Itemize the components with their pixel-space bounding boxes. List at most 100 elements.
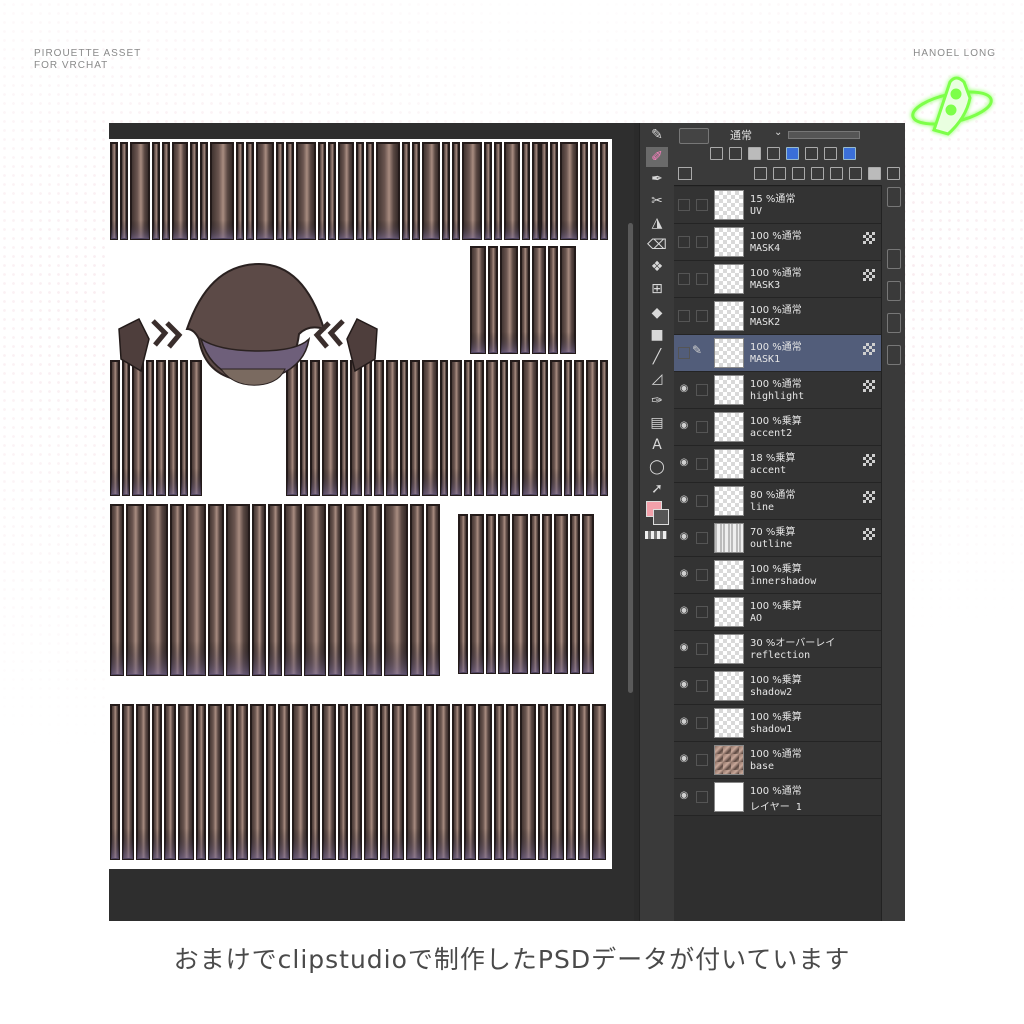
layer-lock-toggle[interactable] <box>696 310 708 322</box>
reference-icon[interactable] <box>729 147 742 160</box>
transparent-color-swatch[interactable] <box>645 531 667 539</box>
eye-icon[interactable]: ◉ <box>678 532 690 542</box>
layer-lock-toggle[interactable] <box>696 754 708 766</box>
layer-lock-toggle[interactable] <box>696 199 708 211</box>
side-tab-button[interactable] <box>887 187 901 207</box>
layer-row[interactable]: ◉ 100 %乗算 shadow1 <box>674 705 881 742</box>
layer-row[interactable]: ◉ 18 %乗算 accent <box>674 446 881 483</box>
pen-correct-icon[interactable]: ✑ <box>646 391 668 411</box>
layer-row[interactable]: ◉ 100 %乗算 AO <box>674 594 881 631</box>
eye-icon[interactable]: ◉ <box>678 495 690 505</box>
layer-lock-toggle[interactable] <box>696 532 708 544</box>
layer-lock-toggle[interactable] <box>696 569 708 581</box>
eye-icon[interactable]: ◉ <box>678 754 690 764</box>
layer-mask-icon[interactable] <box>863 343 875 355</box>
new-vector-layer-icon[interactable] <box>773 167 786 180</box>
layer-row[interactable]: ◉ 80 %通常 line <box>674 483 881 520</box>
line-icon[interactable]: ╱ <box>646 347 668 367</box>
eye-icon[interactable]: ◉ <box>678 421 690 431</box>
mask-enable-icon[interactable] <box>786 147 799 160</box>
operation-icon[interactable]: ➚ <box>646 479 668 499</box>
side-tab-button[interactable] <box>887 249 901 269</box>
combine-icon[interactable] <box>849 167 862 180</box>
new-raster-layer-icon[interactable] <box>754 167 767 180</box>
layer-lock-toggle[interactable] <box>696 680 708 692</box>
layer-color-icon[interactable] <box>843 147 856 160</box>
layer-row[interactable]: ◉ 100 %通常 base <box>674 742 881 779</box>
chevron-down-icon[interactable]: ⌄ <box>774 127 782 138</box>
visibility-toggle[interactable] <box>678 273 690 285</box>
layer-mask-icon[interactable] <box>863 380 875 392</box>
palette-color-icon[interactable] <box>824 147 837 160</box>
layer-lock-toggle[interactable] <box>696 791 708 803</box>
layer-lock-toggle[interactable] <box>696 421 708 433</box>
eye-icon[interactable]: ◉ <box>678 384 690 394</box>
canvas-area[interactable] <box>109 123 634 921</box>
layer-lock-toggle[interactable] <box>696 717 708 729</box>
decoration-icon[interactable]: ✂ <box>646 191 668 211</box>
layer-row[interactable]: 15 %通常 UV <box>674 187 881 224</box>
figure-icon[interactable]: ◿ <box>646 369 668 389</box>
layer-lock-toggle[interactable] <box>696 273 708 285</box>
frame-icon[interactable]: ▤ <box>646 413 668 433</box>
layer-row[interactable]: ✎ 100 %通常 MASK1 <box>674 335 881 372</box>
layer-row[interactable]: 100 %通常 MASK3 <box>674 261 881 298</box>
brush-icon[interactable]: ✐ <box>646 147 668 167</box>
layer-row[interactable]: ◉ 100 %乗算 shadow2 <box>674 668 881 705</box>
layer-mask-icon[interactable] <box>863 491 875 503</box>
visibility-toggle[interactable] <box>678 236 690 248</box>
balloon-icon[interactable]: ◯ <box>646 457 668 477</box>
side-tab-button[interactable] <box>887 281 901 301</box>
clip-icon[interactable] <box>710 147 723 160</box>
background-color-swatch[interactable] <box>653 509 669 525</box>
opacity-slider[interactable] <box>788 131 860 139</box>
layer-mask-icon[interactable] <box>863 269 875 281</box>
text-icon[interactable]: A <box>646 435 668 455</box>
uv-texture-canvas[interactable] <box>109 139 612 869</box>
layer-lock-toggle[interactable] <box>696 458 708 470</box>
layer-lock-toggle[interactable] <box>696 236 708 248</box>
layer-row[interactable]: ◉ 100 %通常 highlight <box>674 372 881 409</box>
layer-row[interactable]: ◉ 70 %乗算 outline <box>674 520 881 557</box>
layer-row[interactable]: ◉ 100 %通常 レイヤー 1 <box>674 779 881 816</box>
visibility-toggle[interactable] <box>678 199 690 211</box>
layer-row[interactable]: ◉ 30 %オーバーレイ reflection <box>674 631 881 668</box>
layer-color-box[interactable] <box>679 128 709 144</box>
side-tab-button[interactable] <box>887 345 901 365</box>
ruler-icon[interactable] <box>805 147 818 160</box>
eye-icon[interactable]: ◉ <box>678 458 690 468</box>
eye-icon[interactable]: ◉ <box>678 643 690 653</box>
layer-row[interactable]: ◉ 100 %乗算 accent2 <box>674 409 881 446</box>
airbrush-icon[interactable]: ✒ <box>646 169 668 189</box>
lock-transparent-icon[interactable] <box>767 147 780 160</box>
blend-mode-select[interactable]: 通常 <box>730 127 752 143</box>
blend-icon[interactable]: ◮ <box>646 213 668 233</box>
visibility-toggle[interactable] <box>678 347 690 359</box>
layer-row[interactable]: ◉ 100 %乗算 innershadow <box>674 557 881 594</box>
layer-mask-icon[interactable] <box>863 454 875 466</box>
new-folder-icon[interactable] <box>792 167 805 180</box>
eye-icon[interactable]: ◉ <box>678 717 690 727</box>
eye-icon[interactable]: ◉ <box>678 606 690 616</box>
eye-icon[interactable]: ◉ <box>678 569 690 579</box>
side-tab-button[interactable] <box>887 313 901 333</box>
gradient-icon[interactable]: ■ <box>646 325 668 345</box>
water-icon[interactable]: ❖ <box>646 257 668 277</box>
layer-lock-toggle[interactable] <box>696 643 708 655</box>
mesh-icon[interactable]: ⊞ <box>646 279 668 299</box>
visibility-toggle[interactable] <box>678 310 690 322</box>
eye-icon[interactable]: ◉ <box>678 680 690 690</box>
layer-row[interactable]: 100 %通常 MASK4 <box>674 224 881 261</box>
transfer-icon[interactable] <box>811 167 824 180</box>
layer-mask-icon[interactable] <box>863 232 875 244</box>
mask-create-icon[interactable] <box>868 167 881 180</box>
pen-icon[interactable]: ✎ <box>646 125 668 145</box>
layer-mask-icon[interactable] <box>863 528 875 540</box>
layer-row[interactable]: 100 %通常 MASK2 <box>674 298 881 335</box>
layer-lock-toggle[interactable] <box>696 495 708 507</box>
fill-icon[interactable]: ◆ <box>646 303 668 323</box>
merge-icon[interactable] <box>830 167 843 180</box>
lock-icon[interactable] <box>748 147 761 160</box>
panel-menu-icon[interactable] <box>678 167 692 180</box>
canvas-scrollbar[interactable] <box>628 223 633 693</box>
